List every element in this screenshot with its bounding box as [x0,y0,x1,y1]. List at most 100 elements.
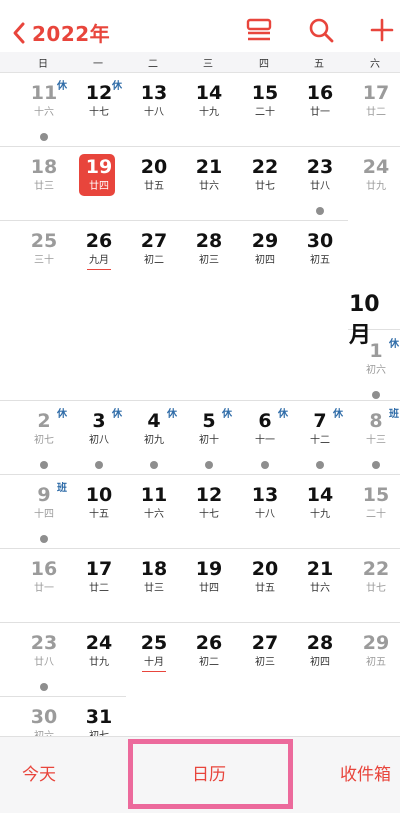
calendar-day[interactable]: 26 初二 [181,632,237,702]
calendar-day[interactable]: 18 廿三 [126,558,182,628]
lunar-date: 十八 [144,107,164,118]
day-number: 16 [30,558,58,580]
list-view-button[interactable] [243,14,275,46]
calendar-day[interactable]: 25 三十 [16,230,72,300]
calendar-day[interactable]: 28 初三 [181,230,237,300]
weekday-wed: 三 [203,59,213,70]
day-number: 17 [362,82,390,104]
calendar-day[interactable]: 7 十二休 [292,409,348,480]
weekday-mon: 一 [93,59,103,70]
calendar-day[interactable]: 12 十七休 [71,81,127,152]
calendar-day[interactable]: 21 廿六 [292,558,348,628]
add-event-button[interactable] [366,14,398,46]
calendar-day[interactable]: 24 廿九 [348,156,400,226]
weekday-tue: 二 [148,59,158,70]
lunar-date: 廿九 [89,657,109,668]
lunar-date: 初五 [310,255,330,266]
calendar-day[interactable]: 1 初六休 [348,339,400,410]
day-number: 15 [362,484,390,506]
back-button[interactable]: 2022年 [12,18,110,47]
day-number: 21 [306,558,334,580]
calendar-day[interactable]: 26 九月 [71,230,127,300]
lunar-date: 十七 [199,509,219,520]
calendar-day[interactable]: 8 十三班 [348,409,400,480]
lunar-date: 初四 [255,255,275,266]
calendar-day[interactable]: 15 二十 [348,484,400,554]
add-icon [370,18,394,42]
chevron-left-icon [13,22,25,43]
calendar-day[interactable]: 11 十六休 [16,81,72,152]
day-number: 30 [30,706,58,728]
calendar-day[interactable]: 14 十九 [181,82,237,152]
day-number: 13 [140,82,168,104]
inbox-button[interactable]: 收件箱 [340,760,391,785]
calendar-day[interactable]: 29 初五 [348,632,400,702]
lunar-date: 十四 [34,509,54,520]
workday-badge: 班 [389,409,399,420]
event-dot [205,461,213,469]
calendar-day[interactable]: 13 十八 [126,82,182,152]
lunar-date: 廿二 [89,583,109,594]
calendar-day[interactable]: 20 廿五 [126,156,182,226]
day-number: 23 [306,156,334,178]
calendar-day[interactable]: 17 廿二 [71,558,127,628]
calendar-day[interactable]: 12 十七 [181,484,237,554]
calendar-day[interactable]: 23 廿八 [16,632,72,702]
day-number: 29 [251,230,279,252]
lunar-date: 初七 [34,435,54,446]
day-number: 12 [195,484,223,506]
calendar-day[interactable]: 28 初四 [292,632,348,702]
calendar-day[interactable]: 19 廿四 [71,154,127,226]
lunar-date: 廿一 [310,107,330,118]
today-button[interactable]: 今天 [22,760,56,785]
calendar-day[interactable]: 20 廿五 [237,558,293,628]
month-start-underline [87,269,111,270]
lunar-date: 十六 [34,107,54,118]
day-number: 16 [306,82,334,104]
lunar-date: 廿九 [366,181,386,192]
lunar-date: 廿三 [144,583,164,594]
day-number: 13 [251,484,279,506]
calendar-day[interactable]: 21 廿六 [181,156,237,226]
calendar-day[interactable]: 2 初七休 [16,409,72,480]
lunar-date: 廿二 [366,107,386,118]
lunar-date: 十八 [255,509,275,520]
calendar-day[interactable]: 25 十月 [126,632,182,702]
calendar-day[interactable]: 22 廿七 [237,156,293,226]
holiday-badge: 休 [57,81,67,92]
day-number: 26 [195,632,223,654]
day-number: 21 [195,156,223,178]
lunar-date: 初二 [144,255,164,266]
calendar-day[interactable]: 6 十一休 [237,409,293,480]
calendar-day[interactable]: 9 十四班 [16,483,72,554]
calendar-day[interactable]: 27 初三 [237,632,293,702]
calendar-day[interactable]: 14 十九 [292,484,348,554]
lunar-date: 十三 [366,435,386,446]
calendar-day[interactable]: 30 初五 [292,230,348,300]
weekday-thu: 四 [259,59,269,70]
calendar-day[interactable]: 5 初十休 [181,409,237,480]
calendar-day[interactable]: 27 初二 [126,230,182,300]
calendar-day[interactable]: 3 初八休 [71,409,127,480]
calendar-day[interactable]: 16 廿一 [16,558,72,628]
calendar-day[interactable]: 11 十六 [126,484,182,554]
holiday-badge: 休 [167,409,177,420]
event-dot [40,133,48,141]
calendar-day[interactable]: 4 初九休 [126,409,182,480]
calendar-day[interactable]: 24 廿九 [71,632,127,702]
calendar-day[interactable]: 16 廿一 [292,82,348,152]
lunar-date: 初三 [199,255,219,266]
search-button[interactable] [305,14,337,46]
calendar-day[interactable]: 13 十八 [237,484,293,554]
calendar-day[interactable]: 19 廿四 [181,558,237,628]
day-number: 25 [140,632,168,654]
day-number: 19 [85,156,113,178]
calendar-day[interactable]: 18 廿三 [16,156,72,226]
calendar-day[interactable]: 22 廿七 [348,558,400,628]
holiday-badge: 休 [112,81,122,92]
calendar-day[interactable]: 17 廿二 [348,82,400,152]
calendar-day[interactable]: 23 廿八 [292,156,348,226]
calendar-day[interactable]: 15 二十 [237,82,293,152]
calendar-day[interactable]: 10 十五 [71,484,127,554]
calendar-day[interactable]: 29 初四 [237,230,293,300]
